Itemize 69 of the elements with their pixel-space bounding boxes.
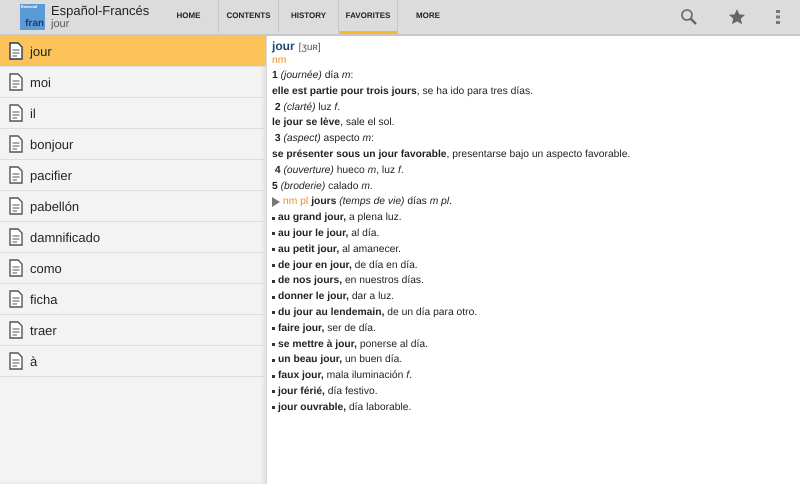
tab[interactable]: CONTENTS (219, 0, 279, 34)
phrase-line: jour férié, día festivo. (278, 384, 378, 399)
phrase-line: au petit jour, al amanecer. (278, 242, 402, 257)
example-line: elle est partie pour trois jours, se ha ido para tres días. (272, 84, 534, 99)
phrase-line: se mettre à jour, ponerse al día. (278, 338, 428, 352)
logo-text: fran (25, 19, 44, 29)
pronunciation: [ʒuʀ] (298, 41, 321, 54)
word-list-item[interactable]: damnificado (0, 222, 266, 253)
document-icon (9, 73, 23, 91)
phrase-line: de jour en jour, de día en día. (278, 258, 418, 273)
definition-line: 2 (clarté) luz f. (274, 100, 342, 115)
phrase-line: faux jour, mala iluminación f. (278, 369, 412, 384)
document-icon (9, 135, 23, 153)
tab[interactable]: HOME (159, 0, 219, 34)
phrase-line: au grand jour, a plena luz. (278, 211, 402, 226)
bullet-icon (272, 374, 275, 378)
document-icon (9, 228, 23, 246)
bullet-icon (272, 342, 275, 346)
document-icon (9, 197, 23, 215)
word-list-item[interactable]: como (0, 253, 266, 284)
bullet-icon (272, 232, 275, 236)
definition-line: 1 (journée) día m: (272, 69, 354, 83)
document-icon (9, 166, 23, 184)
word-list-item[interactable]: à (0, 346, 266, 377)
app-subtitle: jour (51, 18, 70, 31)
bullet-icon (272, 311, 275, 314)
triangle-icon (272, 197, 280, 208)
word-list-item[interactable]: il (0, 98, 266, 129)
phrase-line: faire jour, ser de día. (278, 322, 376, 336)
definition-line: jours (temps de vie) días m pl. (311, 195, 452, 210)
headword: jour (272, 40, 295, 53)
bullet-icon (272, 296, 275, 299)
document-icon (9, 290, 23, 308)
part-of-speech: nm pl (283, 195, 308, 210)
document-icon (9, 42, 23, 60)
word-list-item[interactable]: jour (0, 36, 266, 67)
word-list-item[interactable]: traer (0, 315, 266, 346)
tab[interactable]: MORE (398, 0, 458, 34)
phrase-line: jour ouvrable, día laborable. (278, 400, 412, 415)
bullet-icon (272, 216, 275, 220)
word-list-item[interactable]: pabellón (0, 191, 266, 222)
phrase-line: au jour le jour, al día. (278, 226, 380, 241)
phrase-line: un beau jour, un buen día. (278, 353, 402, 368)
bullet-icon (272, 264, 275, 267)
bullet-icon (272, 280, 275, 283)
definition-line: 3 (aspect) aspecto m: (274, 132, 375, 146)
tab[interactable]: HISTORY (279, 0, 339, 34)
phrase-line: du jour au lendemain, de un día para otro. (278, 306, 478, 320)
example-line: le jour se lève, sale el sol. (272, 116, 396, 130)
word-list-item[interactable]: moi (0, 67, 266, 98)
definition-line: 5 (broderie) calado m. (272, 180, 374, 194)
bullet-icon (272, 406, 275, 410)
phrase-line: de nos jours, en nuestros días. (278, 274, 424, 288)
word-list-item[interactable]: ficha (0, 284, 266, 315)
word-list-item[interactable]: pacifier (0, 160, 266, 191)
document-icon (9, 259, 23, 277)
document-icon (9, 321, 23, 339)
definition-line: 4 (ouverture) hueco m, luz f. (274, 164, 405, 178)
word-list-item[interactable]: bonjour (0, 129, 266, 160)
bullet-icon (272, 390, 275, 394)
phrase-line: donner le jour, dar a luz. (278, 290, 394, 304)
bullet-icon (272, 327, 275, 330)
document-icon (9, 104, 23, 122)
part-of-speech: nm (272, 54, 288, 68)
app-title: Español-Francés (51, 3, 150, 18)
document-icon (9, 352, 23, 370)
example-line: se présenter sous un jour favorable, presentarse bajo un aspecto favorable. (272, 148, 632, 162)
bullet-icon (272, 248, 275, 252)
bullet-icon (272, 358, 275, 362)
